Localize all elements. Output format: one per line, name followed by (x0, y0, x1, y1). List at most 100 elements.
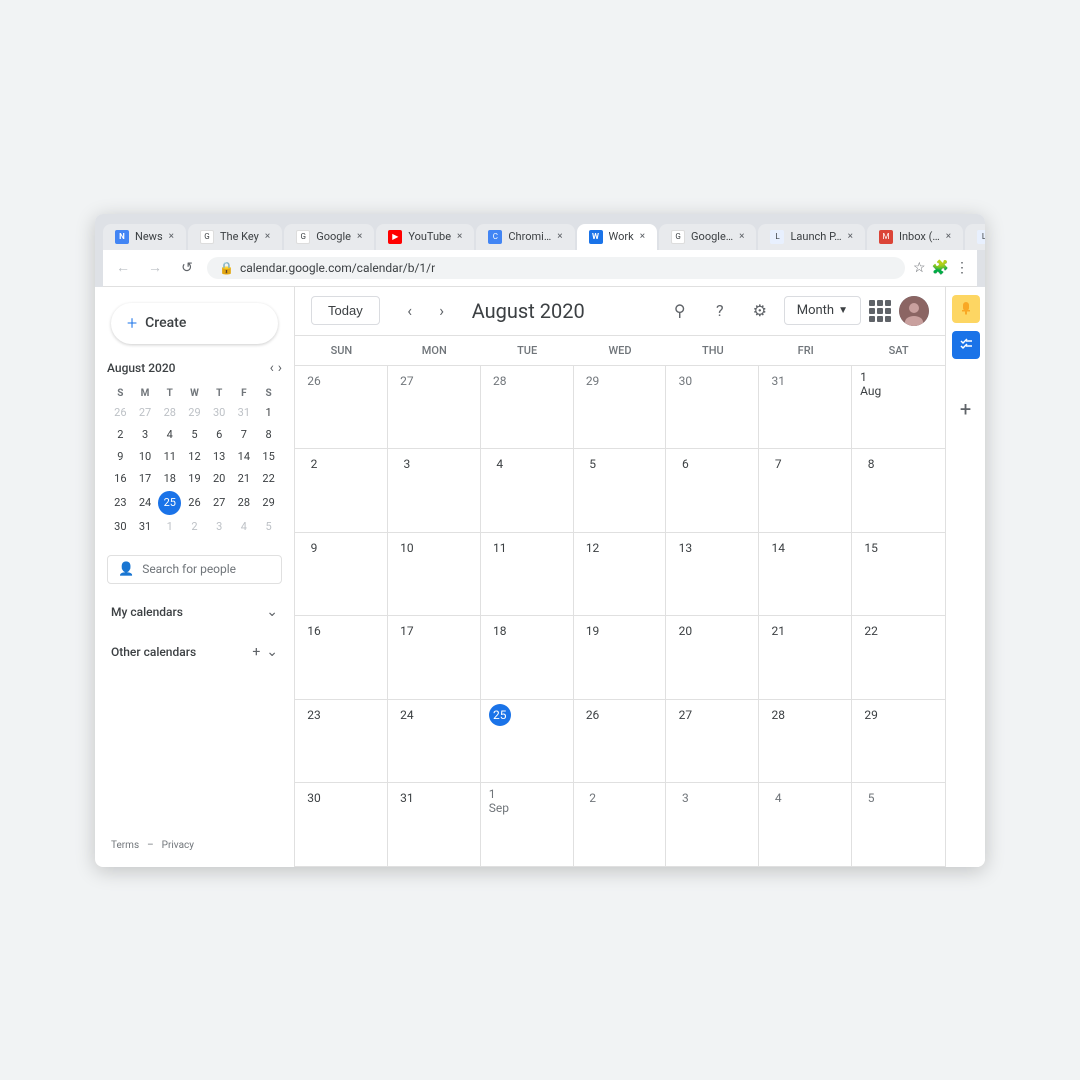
mini-day[interactable]: 12 (183, 447, 206, 467)
tab-google[interactable]: G Google × (284, 224, 374, 250)
cal-cell[interactable]: 1 Sep (481, 783, 574, 866)
cal-cell[interactable]: 7 (759, 449, 852, 532)
cal-cell[interactable]: 26 (574, 700, 667, 783)
today-button[interactable]: Today (311, 296, 380, 325)
cal-cell[interactable]: 6 (666, 449, 759, 532)
mini-day[interactable]: 11 (158, 447, 181, 467)
cal-cell[interactable]: 27 (666, 700, 759, 783)
extensions-icon[interactable]: 🧩 (932, 260, 949, 276)
mini-day[interactable]: 2 (109, 425, 132, 445)
mini-day[interactable]: 9 (109, 447, 132, 467)
tab-google-close[interactable]: × (357, 231, 362, 242)
mini-day[interactable]: 22 (257, 469, 280, 489)
mini-day[interactable]: 15 (257, 447, 280, 467)
tab-chromium[interactable]: C Chromi… × (476, 224, 574, 250)
mini-day[interactable]: 27 (208, 491, 231, 515)
mini-day[interactable]: 1 (158, 517, 181, 537)
tab-the-key[interactable]: G The Key × (188, 224, 282, 250)
reload-button[interactable]: ↺ (175, 256, 199, 280)
tab-google2-close[interactable]: × (739, 231, 744, 242)
cal-cell[interactable]: 2 (295, 449, 388, 532)
tab-launch1[interactable]: L Launch P… × (758, 224, 865, 250)
mini-day[interactable]: 29 (183, 403, 206, 423)
privacy-link[interactable]: Privacy (162, 840, 194, 851)
mini-day[interactable]: 5 (257, 517, 280, 537)
mini-day[interactable]: 31 (233, 403, 256, 423)
other-calendars-header[interactable]: Other calendars + ⌄ (95, 640, 294, 664)
mini-day[interactable]: 10 (134, 447, 157, 467)
forward-button[interactable]: → (143, 256, 167, 280)
cal-cell[interactable]: 3 (388, 449, 481, 532)
mini-day[interactable]: 30 (109, 517, 132, 537)
mini-day[interactable]: 18 (158, 469, 181, 489)
search-people-button[interactable]: 👤 Search for people (107, 555, 282, 584)
mini-day[interactable]: 26 (109, 403, 132, 423)
cal-cell[interactable]: 10 (388, 533, 481, 616)
cal-cell[interactable]: 28 (481, 366, 574, 449)
cal-cell[interactable]: 3 (666, 783, 759, 866)
help-button[interactable]: ? (704, 295, 736, 327)
mini-day[interactable]: 13 (208, 447, 231, 467)
back-button[interactable]: ← (111, 256, 135, 280)
cal-cell[interactable]: 20 (666, 616, 759, 699)
menu-icon[interactable]: ⋮ (955, 260, 969, 276)
mini-day[interactable]: 23 (109, 491, 132, 515)
mini-day[interactable]: 3 (134, 425, 157, 445)
cal-cell[interactable]: 8 (852, 449, 945, 532)
cal-cell[interactable]: 21 (759, 616, 852, 699)
tab-the-key-close[interactable]: × (265, 231, 270, 242)
cal-cell[interactable]: 9 (295, 533, 388, 616)
next-month-button[interactable]: › (428, 297, 456, 325)
mini-day[interactable]: 6 (208, 425, 231, 445)
tab-chromium-close[interactable]: × (557, 231, 562, 242)
cal-cell[interactable]: 12 (574, 533, 667, 616)
mini-day[interactable]: 4 (233, 517, 256, 537)
tab-work[interactable]: W Work × (577, 224, 658, 250)
tab-news[interactable]: N News × (103, 224, 186, 250)
tab-youtube-close[interactable]: × (457, 231, 462, 242)
cal-cell[interactable]: 31 (388, 783, 481, 866)
mini-day[interactable]: 4 (158, 425, 181, 445)
cal-cell[interactable]: 11 (481, 533, 574, 616)
cal-cell[interactable]: 18 (481, 616, 574, 699)
cal-cell[interactable]: 23 (295, 700, 388, 783)
mini-day[interactable]: 2 (183, 517, 206, 537)
cal-cell[interactable]: 14 (759, 533, 852, 616)
tab-youtube[interactable]: ▶ YouTube × (376, 224, 474, 250)
cal-cell[interactable]: 30 (666, 366, 759, 449)
mini-day[interactable]: 27 (134, 403, 157, 423)
mini-day[interactable]: 19 (183, 469, 206, 489)
cal-cell[interactable]: 29 (852, 700, 945, 783)
settings-button[interactable]: ⚙ (744, 295, 776, 327)
cal-cell[interactable]: 30 (295, 783, 388, 866)
tab-work-close[interactable]: × (640, 231, 645, 242)
cal-cell[interactable]: 19 (574, 616, 667, 699)
tasks-icon-button[interactable] (952, 331, 980, 359)
other-calendars-add-icon[interactable]: + (252, 644, 260, 660)
cal-cell[interactable]: 16 (295, 616, 388, 699)
mini-day-today[interactable]: 25 (158, 491, 181, 515)
search-button[interactable]: ⚲ (664, 295, 696, 327)
cal-cell[interactable]: 13 (666, 533, 759, 616)
mini-day[interactable]: 21 (233, 469, 256, 489)
cal-cell[interactable]: 26 (295, 366, 388, 449)
mini-cal-next[interactable]: › (278, 360, 282, 376)
cal-cell[interactable]: 5 (852, 783, 945, 866)
mini-day[interactable]: 29 (257, 491, 280, 515)
tab-news-close[interactable]: × (169, 231, 174, 242)
my-calendars-header[interactable]: My calendars ⌄ (95, 600, 294, 624)
cal-cell[interactable]: 31 (759, 366, 852, 449)
cal-cell[interactable]: 4 (759, 783, 852, 866)
cal-cell[interactable]: 22 (852, 616, 945, 699)
terms-link[interactable]: Terms (111, 840, 139, 851)
add-right-panel-button[interactable]: + (952, 395, 980, 423)
url-bar[interactable]: 🔒 calendar.google.com/calendar/b/1/r (207, 257, 905, 279)
bookmark-star-icon[interactable]: ☆ (913, 260, 926, 276)
mini-day[interactable]: 5 (183, 425, 206, 445)
mini-day[interactable]: 1 (257, 403, 280, 423)
cal-cell[interactable]: 4 (481, 449, 574, 532)
cal-cell[interactable]: 5 (574, 449, 667, 532)
cal-cell[interactable]: 27 (388, 366, 481, 449)
cal-cell[interactable]: 17 (388, 616, 481, 699)
user-avatar[interactable] (899, 296, 929, 326)
